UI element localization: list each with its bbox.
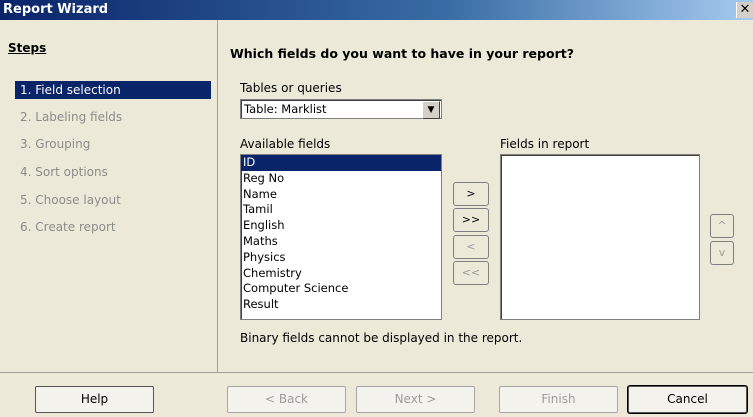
main-panel: Which fields do you want to have in your… [218,20,753,372]
tables-combobox[interactable]: Table: Marklist ▼ [240,99,442,119]
step-sort-options[interactable]: 4. Sort options [15,163,211,181]
step-field-selection[interactable]: 1. Field selection [15,81,211,99]
remove-field-button[interactable]: < [453,235,489,259]
binary-fields-note: Binary fields cannot be displayed in the… [240,331,523,345]
available-fields-label: Available fields [240,137,331,151]
step-labeling-fields[interactable]: 2. Labeling fields [15,108,211,126]
steps-panel: Steps 1. Field selection 2. Labeling fie… [0,20,218,372]
title-bar: Report Wizard ✕ [0,0,753,20]
finish-button[interactable]: Finish [499,386,618,413]
list-item[interactable]: Name [241,187,441,203]
list-item[interactable]: English [241,218,441,234]
page-title: Which fields do you want to have in your… [230,46,574,61]
cancel-button[interactable]: Cancel [628,386,747,413]
next-button[interactable]: Next > [356,386,475,413]
step-create-report[interactable]: 6. Create report [15,218,211,236]
steps-heading: Steps [8,41,47,55]
remove-all-fields-button[interactable]: << [453,261,489,285]
list-item[interactable]: Computer Science [241,281,441,297]
help-button[interactable]: Help [35,386,154,413]
close-icon[interactable]: ✕ [736,2,753,18]
step-grouping[interactable]: 3. Grouping [15,135,211,153]
list-item[interactable]: Tamil [241,202,441,218]
move-down-button[interactable]: v [710,241,734,265]
list-item[interactable]: Chemistry [241,266,441,282]
list-item[interactable]: Physics [241,250,441,266]
list-item[interactable]: Result [241,297,441,313]
add-field-button[interactable]: > [453,182,489,206]
window-title: Report Wizard [3,2,109,17]
add-all-fields-button[interactable]: >> [453,208,489,232]
move-up-button[interactable]: ^ [710,214,734,238]
back-button[interactable]: < Back [227,386,346,413]
step-choose-layout[interactable]: 5. Choose layout [15,191,211,209]
footer-bar: Help < Back Next > Finish Cancel [0,372,753,417]
list-item[interactable]: ID [241,155,441,171]
list-item[interactable]: Maths [241,234,441,250]
dropdown-arrow-icon[interactable]: ▼ [422,101,440,119]
available-fields-list[interactable]: ID Reg No Name Tamil English Maths Physi… [240,154,442,320]
tables-label: Tables or queries [240,81,342,95]
list-item[interactable]: Reg No [241,171,441,187]
fields-in-report-list[interactable] [500,154,700,320]
fields-in-report-label: Fields in report [500,137,590,151]
tables-selected-value: Table: Marklist [244,102,327,116]
